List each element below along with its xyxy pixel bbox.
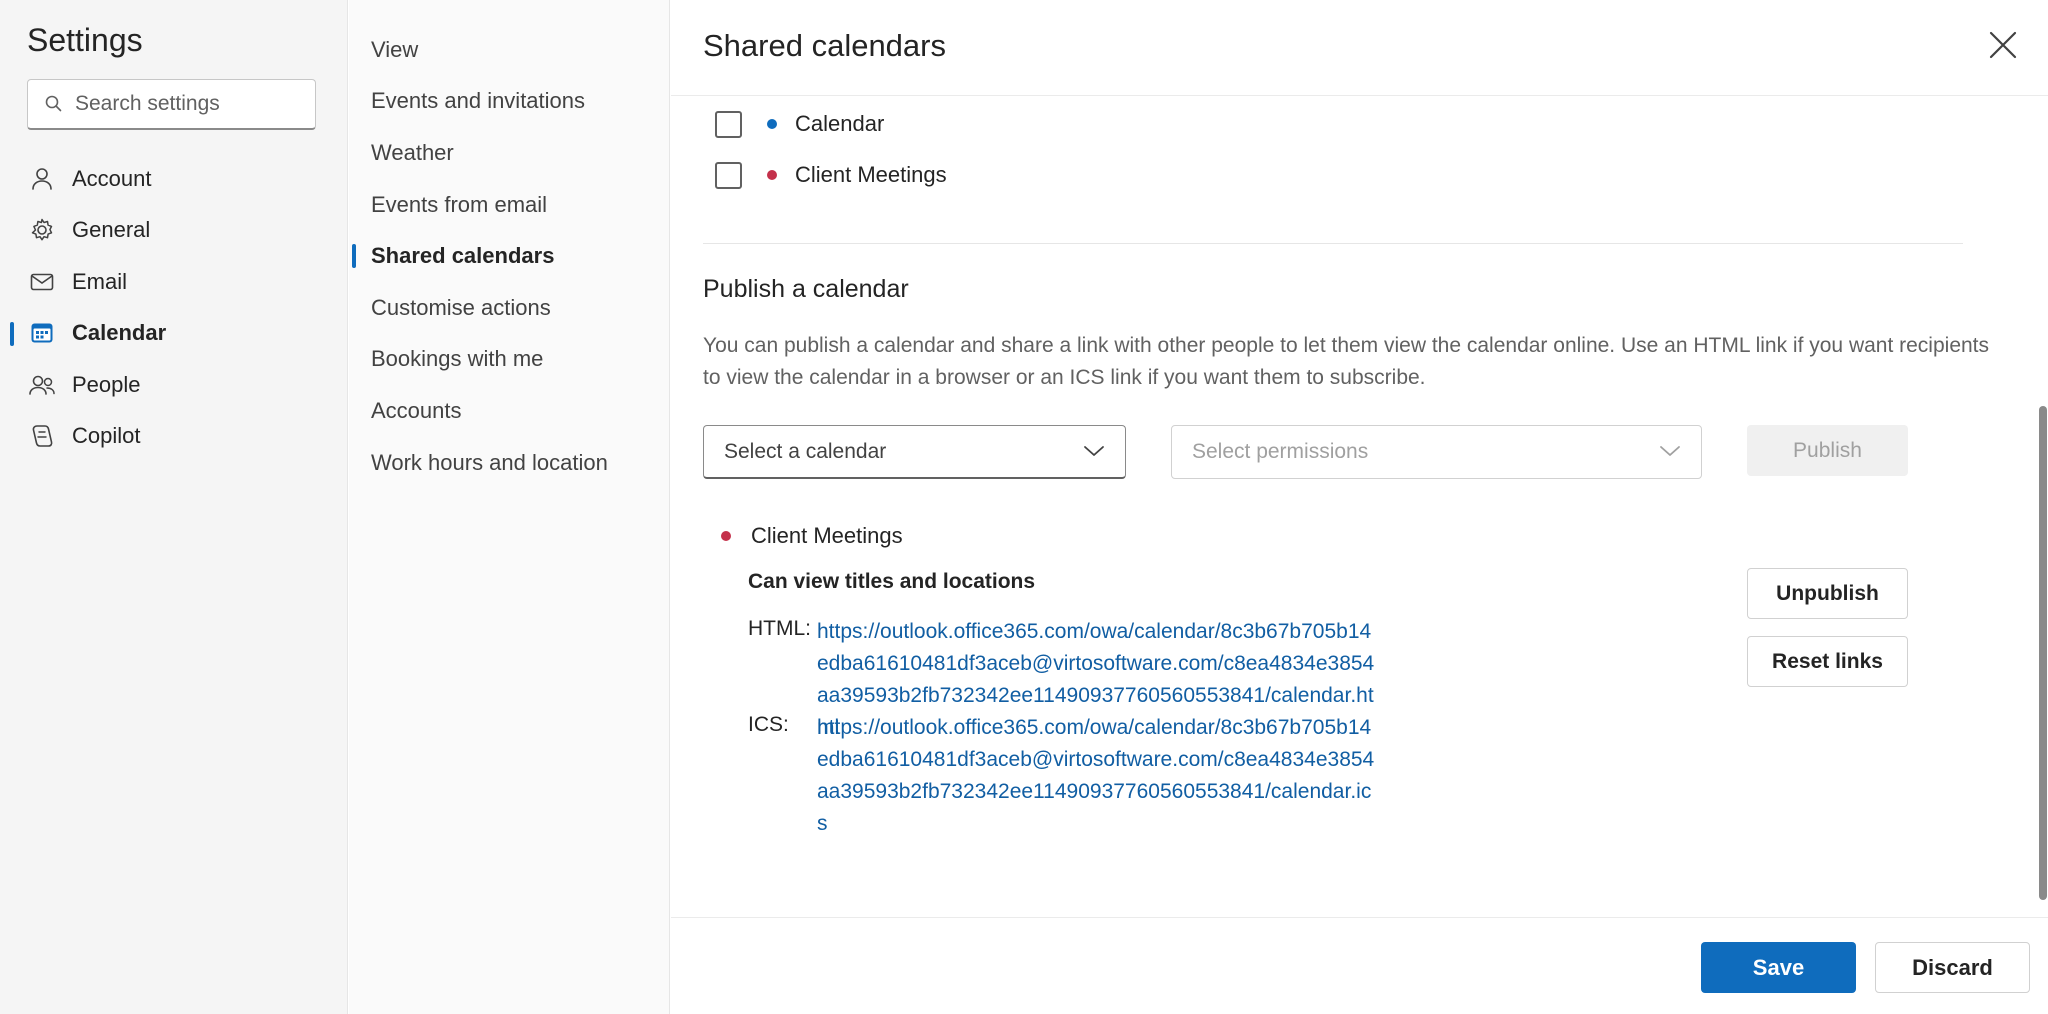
published-calendar-name: Client Meetings [751, 523, 903, 548]
select-calendar-value: Select a calendar [724, 439, 887, 463]
calendar-settings-nav: View Events and invitations Weather Even… [349, 0, 670, 1014]
sidebar-item-label: People [72, 371, 141, 397]
sidebar-item-people[interactable]: People [0, 359, 348, 411]
subnav-item-customise-actions[interactable]: Customise actions [349, 282, 670, 334]
sidebar-item-copilot[interactable]: Copilot [0, 411, 348, 463]
chevron-down-icon [1084, 446, 1104, 456]
search-icon [45, 95, 62, 112]
search-box[interactable] [27, 79, 316, 130]
select-permissions-value: Select permissions [1192, 440, 1369, 463]
sidebar-item-label: Copilot [72, 423, 141, 449]
sidebar-item-account[interactable]: Account [0, 153, 348, 205]
panel-header: Shared calendars [671, 0, 2048, 96]
calendar-checkbox[interactable] [715, 110, 742, 138]
calendar-row-calendar: Calendar [715, 104, 884, 144]
sidebar-item-email[interactable]: Email [0, 256, 348, 308]
sidebar-item-label: Calendar [72, 320, 167, 346]
subnav-item-work-hours-and-location[interactable]: Work hours and location [349, 437, 670, 489]
scrollbar-thumb[interactable] [2039, 406, 2047, 900]
publish-button[interactable]: Publish [1747, 425, 1908, 476]
select-calendar-dropdown[interactable]: Select a calendar [703, 425, 1126, 479]
close-button[interactable] [1980, 22, 2026, 68]
search-input[interactable] [75, 92, 315, 116]
ics-link[interactable]: https://outlook.office365.com/owa/calend… [817, 712, 1377, 840]
calendar-row-client-meetings: Client Meetings [715, 155, 947, 195]
close-icon [1989, 31, 2017, 59]
sidebar-item-label: Account [72, 165, 152, 191]
subnav-item-shared-calendars[interactable]: Shared calendars [349, 230, 670, 282]
published-calendar: Client Meetings [721, 520, 903, 552]
mail-icon [28, 268, 56, 296]
subnav-item-events-from-email[interactable]: Events from email [349, 179, 670, 231]
unpublish-button[interactable]: Unpublish [1747, 568, 1908, 619]
calendar-checkbox[interactable] [715, 161, 742, 189]
publish-section-title: Publish a calendar [703, 275, 909, 303]
publish-description: You can publish a calendar and share a l… [703, 334, 1990, 389]
subnav-item-view[interactable]: View [349, 24, 670, 76]
discard-button[interactable]: Discard [1875, 942, 2030, 993]
calendar-icon [28, 319, 56, 347]
person-icon [28, 165, 56, 193]
save-button[interactable]: Save [1701, 942, 1856, 993]
chevron-down-icon [1660, 446, 1680, 456]
select-permissions-dropdown[interactable]: Select permissions [1171, 425, 1702, 479]
calendar-color-dot [767, 170, 777, 180]
settings-sidebar: Settings Account General Email [0, 0, 348, 1014]
shared-calendars-panel: Shared calendars Calendar Client Meeting… [671, 0, 2048, 1014]
ics-link-label: ICS: [748, 713, 789, 736]
calendar-label: Calendar [795, 111, 885, 136]
calendar-color-dot [767, 119, 777, 129]
scrollbar[interactable] [2037, 96, 2048, 916]
settings-title: Settings [27, 22, 143, 58]
gear-icon [28, 216, 56, 244]
subnav-item-bookings-with-me[interactable]: Bookings with me [349, 334, 670, 386]
subnav-item-events-and-invitations[interactable]: Events and invitations [349, 76, 670, 128]
subnav-item-weather[interactable]: Weather [349, 127, 670, 179]
html-link-label: HTML: [748, 617, 811, 640]
sidebar-item-general[interactable]: General [0, 205, 348, 257]
section-divider [703, 243, 1963, 244]
sidebar-item-label: Email [72, 268, 128, 294]
reset-links-button[interactable]: Reset links [1747, 636, 1908, 687]
sidebar-item-label: General [72, 217, 151, 243]
subnav-item-accounts[interactable]: Accounts [349, 385, 670, 437]
published-permission: Can view titles and locations [748, 570, 1036, 593]
panel-footer: Save Discard [671, 917, 2048, 1014]
copilot-icon [28, 422, 56, 450]
people-icon [28, 371, 56, 399]
settings-nav: Account General Email Calendar People Co… [0, 153, 348, 462]
calendar-label: Client Meetings [795, 162, 947, 187]
sidebar-item-calendar[interactable]: Calendar [0, 308, 348, 360]
page-title: Shared calendars [703, 28, 946, 63]
calendar-color-dot [721, 531, 731, 541]
